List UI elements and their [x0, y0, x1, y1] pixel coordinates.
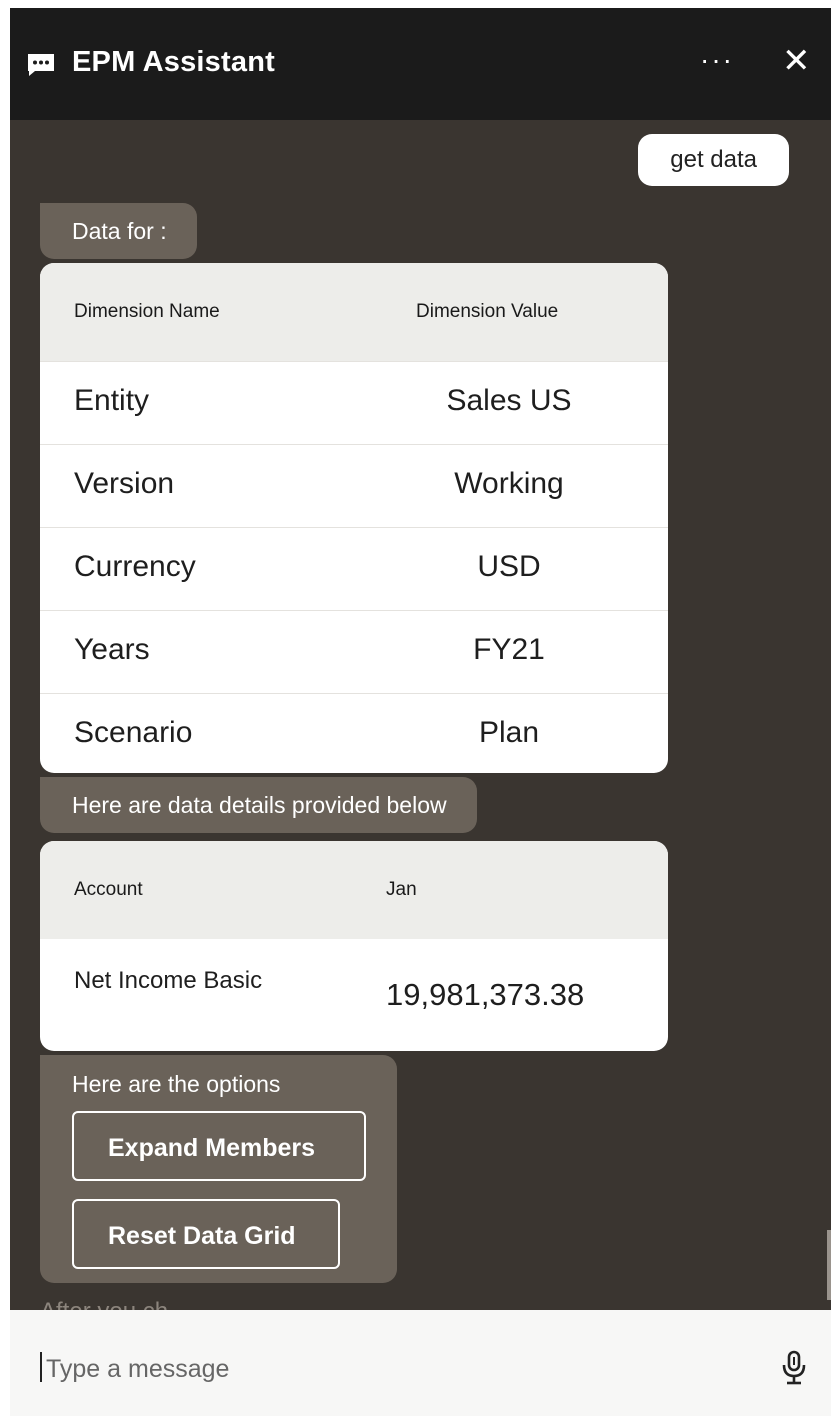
table-row: Currency USD — [40, 527, 668, 610]
user-message-bubble: get data — [638, 134, 789, 186]
dimension-name-cell: Version — [74, 467, 175, 500]
bot-message-data-for: Data for : — [40, 203, 197, 259]
expand-members-button[interactable]: Expand Members — [72, 1111, 366, 1181]
reset-data-grid-button[interactable]: Reset Data Grid — [72, 1199, 340, 1269]
microphone-icon[interactable] — [780, 1350, 808, 1386]
table-header: Dimension Name Dimension Value — [40, 263, 668, 361]
dimension-value-cell: FY21 — [473, 633, 545, 666]
table-row: Version Working — [40, 444, 668, 527]
data-details-table: Account Jan Net Income Basic 19,981,373.… — [40, 841, 668, 1051]
table-row: Scenario Plan — [40, 693, 668, 773]
epm-assistant-window: EPM Assistant ··· ✕ get data Data for : … — [10, 8, 831, 1416]
table-row: Net Income Basic 19,981,373.38 — [40, 939, 668, 1049]
dimension-name-cell: Entity — [74, 384, 150, 417]
more-options-button[interactable]: ··· — [700, 46, 734, 74]
value-cell: 19,981,373.38 — [386, 977, 585, 1012]
message-input-bar — [10, 1310, 831, 1416]
column-header: Account — [74, 879, 143, 900]
close-button[interactable]: ✕ — [782, 44, 811, 78]
dimension-name-cell: Currency — [74, 550, 196, 583]
dimension-value-cell: USD — [477, 550, 541, 583]
options-message: Here are the options Expand Members Rese… — [40, 1055, 397, 1283]
table-header: Account Jan — [40, 841, 668, 939]
column-header: Dimension Name — [74, 301, 220, 322]
options-label: Here are the options — [72, 1071, 281, 1097]
message-input[interactable] — [44, 1348, 748, 1390]
dimension-name-cell: Scenario — [74, 716, 193, 749]
text-cursor — [40, 1352, 42, 1382]
column-header: Jan — [386, 879, 417, 900]
chat-bubble-icon — [28, 54, 54, 76]
bot-message-details: Here are data details provided below — [40, 777, 477, 833]
dimension-name-cell: Years — [74, 633, 150, 666]
window-title: EPM Assistant — [72, 46, 275, 78]
header-bar: EPM Assistant ··· ✕ — [10, 8, 831, 120]
dimension-value-cell: Sales US — [446, 384, 572, 417]
account-cell: Net Income Basic — [74, 967, 263, 994]
dimension-value-cell: Working — [454, 467, 564, 500]
table-row: Entity Sales US — [40, 361, 668, 444]
table-row: Years FY21 — [40, 610, 668, 693]
dimensions-table: Dimension Name Dimension Value Entity Sa… — [40, 263, 668, 773]
scrollbar[interactable] — [819, 120, 831, 1310]
chat-conversation[interactable]: get data Data for : Dimension Name Dimen… — [10, 120, 831, 1325]
dimension-value-cell: Plan — [478, 716, 540, 749]
column-header: Dimension Value — [416, 301, 559, 322]
scrollbar-thumb[interactable] — [827, 1230, 831, 1300]
